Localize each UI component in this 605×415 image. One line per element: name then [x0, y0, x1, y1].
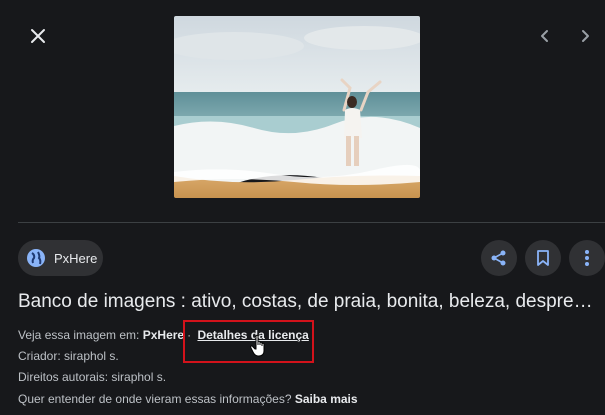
learn-more-link[interactable]: Saiba mais — [295, 392, 358, 406]
close-button[interactable] — [24, 22, 52, 50]
highlight-box — [183, 320, 314, 363]
next-image-button[interactable] — [573, 24, 597, 48]
more-options-button[interactable] — [569, 240, 605, 276]
save-button[interactable] — [525, 240, 561, 276]
share-button[interactable] — [481, 240, 517, 276]
more-vert-icon — [585, 250, 589, 266]
bookmark-icon — [537, 250, 549, 266]
info-question-line: Quer entender de onde vieram essas infor… — [18, 392, 358, 406]
creator-line: Criador: siraphol s. — [18, 349, 119, 363]
image-preview[interactable] — [174, 16, 420, 198]
source-name: PxHere — [54, 250, 98, 266]
previous-image-button[interactable] — [533, 24, 557, 48]
globe-icon — [27, 249, 45, 267]
share-icon — [491, 250, 506, 266]
close-icon — [31, 29, 45, 43]
beach-photo — [174, 16, 420, 198]
hand-pointer-cursor-icon — [250, 334, 265, 357]
divider — [18, 222, 605, 223]
view-source-site[interactable]: PxHere — [143, 328, 184, 342]
chevron-left-icon — [541, 30, 548, 42]
info-question-text: Quer entender de onde vieram essas infor… — [18, 392, 292, 406]
copyright-line: Direitos autorais: siraphol s. — [18, 370, 167, 384]
image-viewer-panel: PxHere Banco de imagens : ativo, costas,… — [0, 0, 605, 415]
chevron-right-icon — [582, 30, 589, 42]
view-source-prefix: Veja essa imagem em: — [18, 328, 140, 342]
source-chip[interactable]: PxHere — [18, 240, 103, 276]
image-title[interactable]: Banco de imagens : ativo, costas, de pra… — [18, 289, 605, 315]
